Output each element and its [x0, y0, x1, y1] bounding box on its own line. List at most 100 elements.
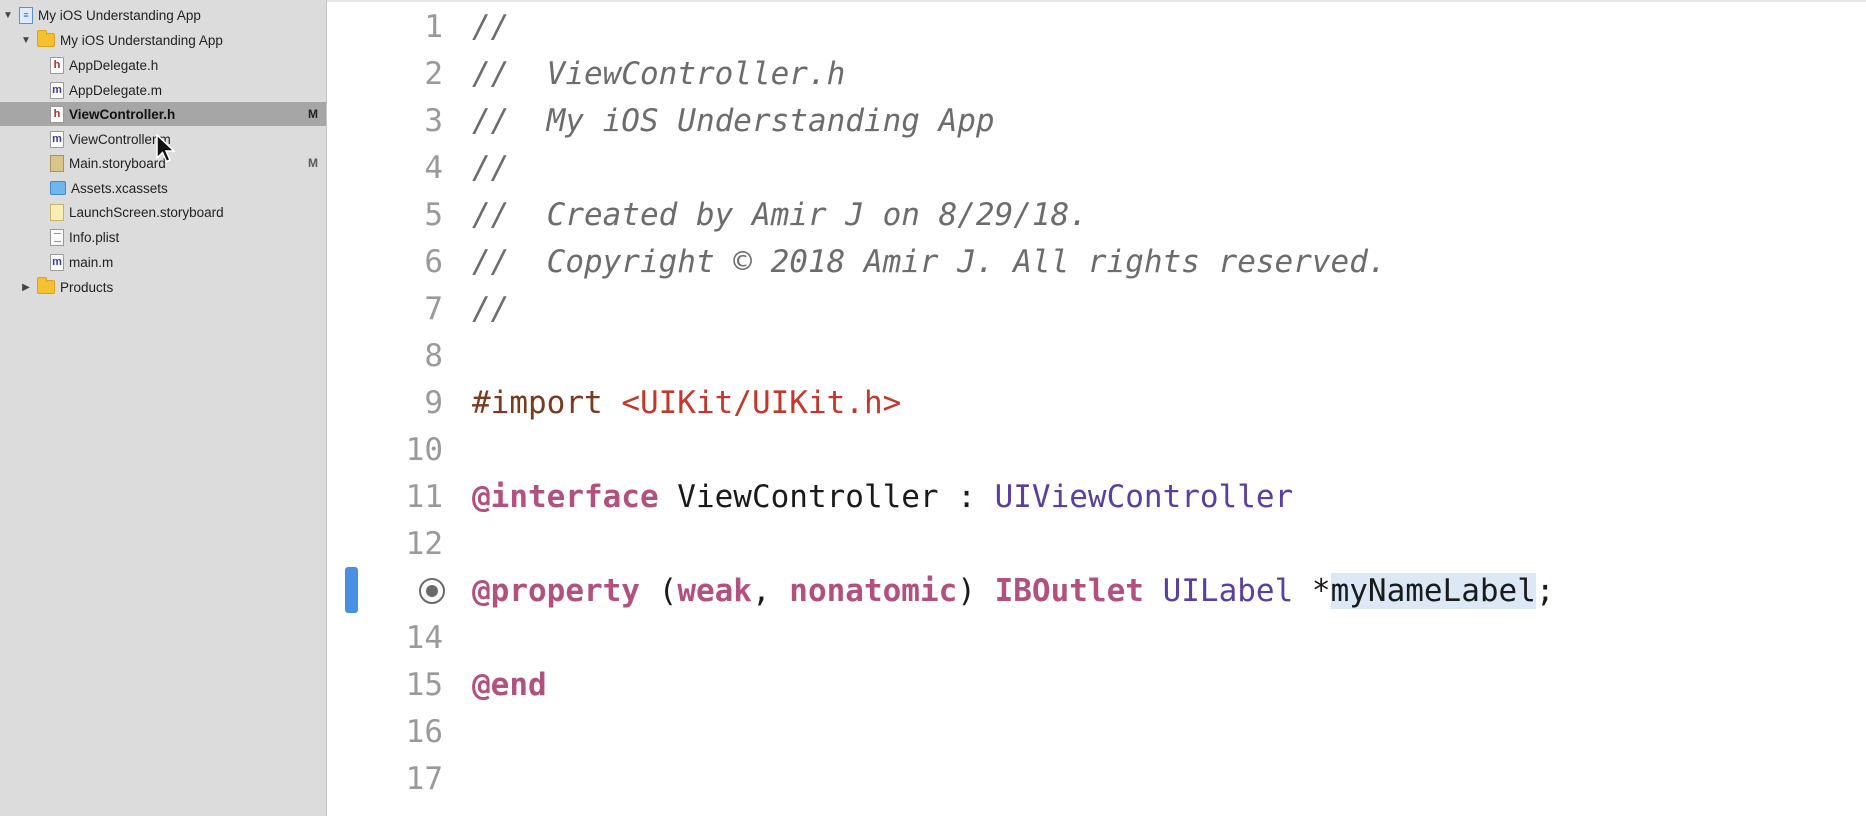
code-text: // My iOS Understanding App: [472, 103, 995, 139]
code-token: @property: [472, 573, 640, 609]
implementation-file-icon: m: [50, 253, 64, 271]
line-number: 3: [424, 103, 443, 139]
navigator-item[interactable]: Assets.xcassets: [0, 176, 326, 200]
navigator-item[interactable]: h ViewController.h M: [0, 102, 326, 126]
code-token: // My iOS Understanding App: [472, 103, 995, 139]
code-line[interactable]: 14: [327, 615, 1865, 661]
storyboard-icon: [50, 154, 64, 172]
code-line[interactable]: 17: [327, 756, 1865, 802]
code-line[interactable]: 11 @interface ViewController : UIViewCont…: [327, 474, 1865, 520]
disclosure-open-icon[interactable]: ▼: [20, 34, 32, 46]
xcode-window: ▼ ≡ My iOS Understanding App ▼ My iOS Unders…: [0, 0, 1866, 816]
code-line[interactable]: 7 //: [327, 286, 1865, 332]
navigator-item[interactable]: m AppDelegate.m: [0, 78, 326, 102]
code-text: //: [472, 150, 509, 186]
code-text: // ViewController.h: [472, 56, 845, 92]
implementation-file-icon: m: [50, 130, 64, 148]
line-number: 7: [424, 291, 443, 327]
source-control-modified-badge: M: [308, 107, 318, 121]
code-text: // Copyright © 2018 Amir J. All rights r…: [472, 244, 1387, 280]
code-line[interactable]: @property (weak, nonatomic) IBOutlet UIL…: [327, 568, 1865, 614]
code-token: ViewController :: [658, 479, 995, 515]
line-number: 1: [424, 9, 443, 45]
line-number: 2: [424, 56, 443, 92]
code-line[interactable]: 8: [327, 333, 1865, 379]
code-line[interactable]: 4 //: [327, 145, 1865, 191]
line-number: 8: [424, 338, 443, 374]
code-line[interactable]: 16: [327, 709, 1865, 755]
code-token: // ViewController.h: [472, 56, 846, 92]
code-token: // Created by Amir J on 8/29/18.: [472, 197, 1088, 233]
navigator-item[interactable]: ▼ ≡ My iOS Understanding App: [0, 3, 326, 27]
navigator-item-label: ViewController.h: [69, 106, 176, 122]
project-icon: ≡: [19, 6, 33, 24]
code-token: nonatomic: [789, 573, 958, 609]
code-line[interactable]: 3 // My iOS Understanding App: [327, 98, 1865, 144]
navigator-item[interactable]: ▼ My iOS Understanding App: [0, 28, 326, 52]
line-number: 14: [405, 620, 443, 656]
line-number: 17: [405, 761, 443, 797]
navigator-item[interactable]: h AppDelegate.h: [0, 53, 326, 77]
code-line[interactable]: 10: [327, 427, 1865, 473]
code-text: @end: [472, 667, 547, 703]
code-token: ): [957, 573, 995, 609]
folder-icon: [37, 277, 55, 294]
code-token: //: [472, 291, 510, 327]
mouse-cursor-icon: [156, 134, 176, 163]
storyboard-icon: [50, 203, 64, 221]
navigator-item[interactable]: ▶ Products: [0, 275, 326, 299]
navigator-item-label: My iOS Understanding App: [38, 7, 201, 23]
code-line[interactable]: 1 //: [327, 4, 1865, 50]
code-text: @interface ViewController : UIViewContro…: [472, 479, 1293, 515]
outlet-connection-icon[interactable]: [419, 578, 445, 604]
selected-text: myNameLabel: [1330, 573, 1536, 609]
code-line[interactable]: 5 // Created by Amir J on 8/29/18.: [327, 192, 1865, 238]
code-text: //: [472, 291, 509, 327]
line-number: 10: [405, 432, 443, 468]
code-line[interactable]: 2 // ViewController.h: [327, 51, 1865, 97]
assets-icon: [50, 181, 66, 195]
folder-icon: [37, 30, 55, 47]
editor-top-border: [327, 0, 1866, 2]
code-token: ,: [751, 573, 790, 609]
implementation-file-icon: m: [50, 81, 64, 99]
navigator-item-label: AppDelegate.m: [69, 82, 163, 98]
project-navigator: ▼ ≡ My iOS Understanding App ▼ My iOS Unders…: [0, 0, 327, 816]
navigator-item-label: Products: [60, 279, 114, 295]
navigator-item-label: Main.storyboard: [69, 155, 166, 171]
navigator-item[interactable]: m main.m: [0, 250, 326, 274]
navigator-item[interactable]: LaunchScreen.storyboard: [0, 200, 326, 224]
code-token: UIViewController: [994, 479, 1294, 515]
code-token: //: [472, 9, 510, 45]
code-token: @interface: [472, 479, 659, 515]
header-file-icon: h: [50, 105, 64, 123]
line-number: 9: [424, 385, 443, 421]
line-number: 15: [405, 667, 443, 703]
code-token: ;: [1535, 573, 1555, 609]
code-line[interactable]: 9 #import <UIKit/UIKit.h>: [327, 380, 1865, 426]
code-token: *: [1293, 573, 1331, 609]
code-text: // Created by Amir J on 8/29/18.: [472, 197, 1088, 233]
navigator-item[interactable]: Info.plist: [0, 225, 326, 249]
source-control-modified-badge: M: [308, 156, 318, 170]
code-token: //: [472, 150, 510, 186]
line-number: 16: [405, 714, 443, 750]
header-file-icon: h: [50, 56, 64, 74]
navigator-item-label: main.m: [69, 254, 114, 270]
disclosure-closed-icon[interactable]: ▶: [20, 281, 32, 293]
code-token: #import: [472, 385, 622, 421]
line-number: 11: [405, 479, 443, 515]
code-line[interactable]: 12: [327, 521, 1865, 567]
code-line[interactable]: 15 @end: [327, 662, 1865, 708]
disclosure-open-icon[interactable]: ▼: [2, 9, 14, 21]
line-number: 5: [424, 197, 443, 233]
code-line[interactable]: 6 // Copyright © 2018 Amir J. All rights …: [327, 239, 1865, 285]
navigator-item-label: My iOS Understanding App: [60, 32, 223, 48]
code-text: #import <UIKit/UIKit.h>: [472, 385, 901, 421]
code-editor[interactable]: 1 // 2 // ViewController.h 3 // My iOS Unders…: [327, 0, 1866, 816]
code-token: <UIKit/UIKit.h>: [621, 385, 902, 421]
code-token: UILabel: [1162, 573, 1294, 609]
plist-icon: [50, 228, 64, 246]
navigator-item-label: AppDelegate.h: [69, 57, 159, 73]
code-text: @property (weak, nonatomic) IBOutlet UIL…: [472, 573, 1555, 609]
